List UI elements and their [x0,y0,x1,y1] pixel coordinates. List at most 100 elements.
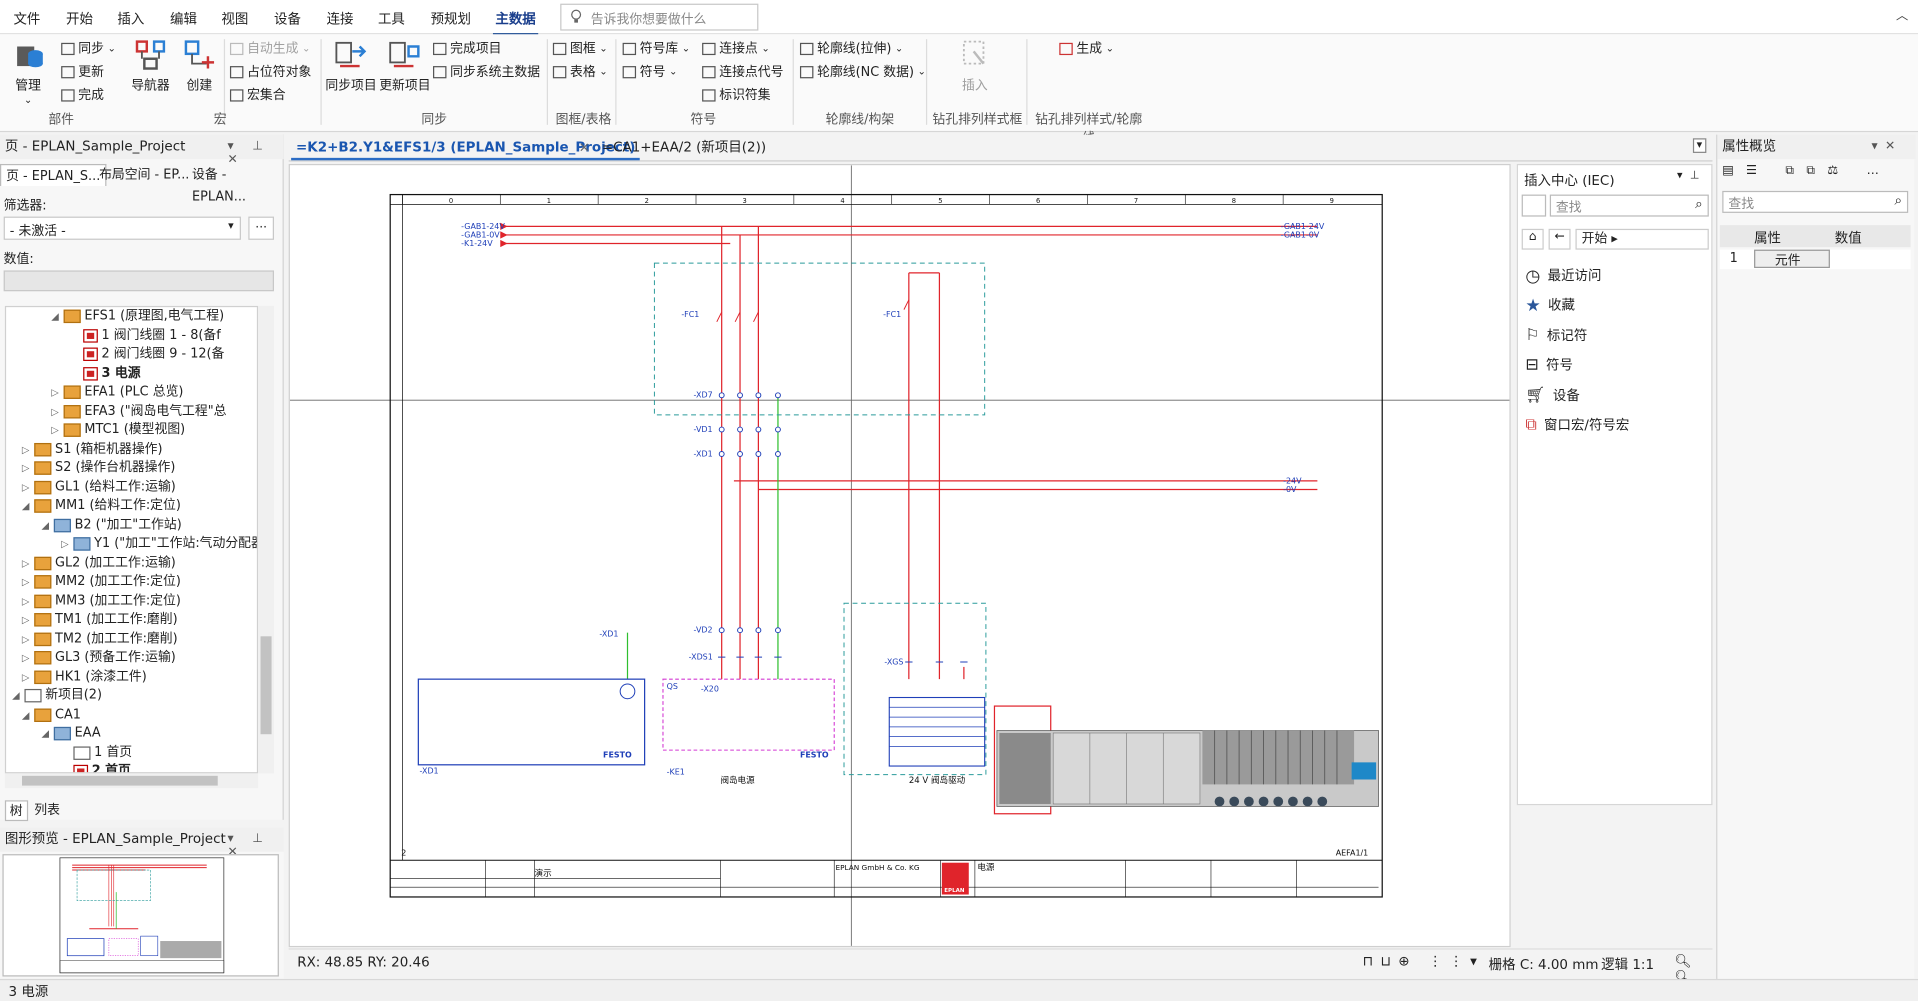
symbol-library-button[interactable]: 符号库 ⌄ [622,39,690,57]
tree-node[interactable]: ▷ Y1 ("加工"工作站:气动分配器 [60,535,257,554]
tab-close-icon[interactable]: × [574,138,595,158]
tree-node[interactable]: ▷ GL2 (加工工作:运输) [21,554,176,573]
tree-node[interactable]: 1 首页 [60,743,132,762]
tree-node[interactable]: ▷ HK1 (涂漆工件) [21,668,147,687]
schematic-canvas[interactable]: 0123456789 -GAB1-24V -GAB1-0V -K1-24V -G… [288,163,1511,948]
generate-button[interactable]: 生成 ⌄ [1059,39,1114,57]
properties-controls[interactable]: ▾✕ [1871,140,1902,153]
tree-node[interactable]: ◢ 新项目(2) [11,686,102,705]
tree-node[interactable]: ▷ EFA3 ("阀岛电气工程"总 [50,402,227,421]
tab-tree[interactable]: 树 [4,800,28,822]
tree-node[interactable]: ◢ B2 ("加工"工作站) [40,516,182,535]
menu-master-data[interactable]: 主数据 [492,9,539,36]
properties-row[interactable]: 1 元件 [1719,249,1911,270]
menu-file[interactable]: 文件 [13,9,40,29]
tab-ca1-page2[interactable]: =CA1+EAA/2 (新项目(2)) [597,138,771,158]
snap-toolbar[interactable]: ⊓⊔⊕ ⋮⋮▾ [1363,953,1485,969]
tree-scrollbar[interactable] [258,305,274,774]
ribbon-collapse-icon[interactable]: ︿ [1896,5,1908,23]
expander-icon[interactable]: ▷ [21,592,31,611]
tree-node[interactable]: 1 阀门线圈 1 - 8(备f [70,326,221,345]
expander-icon[interactable]: ▷ [21,478,31,497]
menu-start[interactable]: 开始 [66,9,93,29]
navigator-button[interactable]: 导航器 [124,37,178,95]
menu-preplan[interactable]: 预规划 [431,9,471,29]
complete-parts-button[interactable]: 完成 [61,86,104,104]
tree-node[interactable]: ▷ MTC1 (模型视图) [50,421,185,440]
tree-node[interactable]: ▷ TM2 (加工工作:磨削) [21,630,178,649]
scrollbar-thumb[interactable] [260,636,272,735]
tab-layout-space[interactable]: 布局空间 - EP... [94,164,194,186]
filter-select[interactable]: - 未激活 - ▾ [3,216,241,240]
tree-node[interactable]: ▷ GL1 (给料工作:运输) [21,478,176,497]
tab-devices[interactable]: 设备 - EPLAN... [187,164,282,205]
tree-node[interactable]: ◢ CA1 [21,705,81,724]
symbols-item[interactable]: ⊟ 符号 [1525,355,1573,377]
properties-toolbar[interactable]: ▤☰ ⧉⧉⚖ … [1722,164,1910,186]
expander-icon[interactable]: ◢ [50,307,60,326]
tree-node[interactable]: ▷ S2 (操作台机器操作) [21,459,175,478]
markers-item[interactable]: ⚐ 标记符 [1525,326,1587,348]
expander-icon[interactable]: ▷ [21,459,31,478]
connection-point-code-button[interactable]: 连接点代号 [702,62,783,80]
expander-icon[interactable]: ◢ [40,724,50,743]
favorites-item[interactable]: ★ 收藏 [1525,295,1575,317]
menu-edit[interactable]: 编辑 [170,9,197,29]
tree-node[interactable]: 3 电源 [70,364,141,383]
expander-icon[interactable]: ▷ [50,402,60,421]
expander-icon[interactable]: ▷ [21,611,31,630]
logic-readout[interactable]: 逻辑 1:1 [1601,954,1654,974]
macro-set-button[interactable]: 宏集合 [229,86,286,104]
tree-node[interactable]: ◢ EAA [40,724,101,743]
hscrollbar-thumb[interactable] [22,775,218,786]
search-icon[interactable]: ⌕ [1895,192,1903,209]
properties-search-input[interactable]: 查找 ⌕ [1722,190,1909,213]
tree-node[interactable]: ▷ S1 (箱柜机器操作) [21,440,163,459]
back-icon[interactable]: ← [1548,228,1571,250]
recent-item[interactable]: ◷ 最近访问 [1525,266,1601,288]
drill-insert-button[interactable]: 插入 [952,37,998,95]
tree-node[interactable]: 2 阀门线圈 9 - 12(备 [70,345,224,364]
frame-button[interactable]: 图框 ⌄ [552,39,608,57]
outline-nc-button[interactable]: 轮廓线(NC 数据) ⌄ [799,62,926,80]
expander-icon[interactable]: ◢ [40,516,50,535]
expander-icon[interactable]: ▷ [21,573,31,592]
expander-icon[interactable]: ▷ [21,649,31,668]
tree-hscrollbar[interactable] [4,773,259,789]
devices-item[interactable]: 🛒︎ 设备 [1525,385,1579,407]
insert-panel-controls[interactable]: ▾⊥ [1677,170,1707,182]
insert-search-input[interactable]: 查找 ⌕ [1549,194,1709,217]
symbol-button[interactable]: 符号 ⌄ [622,62,677,80]
expander-icon[interactable]: ▷ [50,421,60,440]
placeholder-object-button[interactable]: 占位符对象 [229,62,311,80]
grid-readout[interactable]: 栅格 C: 4.00 mm [1489,954,1599,974]
tree-node[interactable]: ▷ EFA1 (PLC 总览) [50,383,183,402]
macros-item[interactable]: ⧉ 窗口宏/符号宏 [1525,415,1629,437]
panel-controls[interactable]: ▾ ⊥ ✕ [228,140,283,167]
tree-node[interactable]: ◢ MM1 (给料工作:定位) [21,497,181,516]
create-button[interactable]: 创建 [176,37,222,95]
menu-device[interactable]: 设备 [274,9,301,29]
sync-project-button[interactable]: 同步项目 [325,37,377,95]
value-field[interactable] [3,270,274,292]
tab-list[interactable]: 列表 [31,800,64,818]
home-icon[interactable]: ⌂ [1521,228,1544,250]
auto-generate-button[interactable]: 自动生成 ⌄ [229,39,310,57]
connection-point-button[interactable]: 连接点 ⌄ [702,39,770,57]
expander-icon[interactable]: ▷ [21,554,31,573]
menu-tools[interactable]: 工具 [378,9,405,29]
sync-system-master-data-button[interactable]: 同步系统主数据 [433,62,540,80]
tree-node[interactable]: ◢ EFS1 (原理图,电气工程) [50,307,224,326]
update-project-button[interactable]: 更新项目 [379,37,431,95]
update-parts-button[interactable]: 更新 [61,62,104,80]
insert-list-icon[interactable] [1521,194,1547,217]
sync-parts-button[interactable]: 同步 ⌄ [61,39,116,57]
complete-project-button[interactable]: 完成项目 [433,39,502,57]
expander-icon[interactable]: ▷ [50,383,60,402]
tab-list-dropdown-icon[interactable]: ▾ [1692,138,1706,153]
filter-more-button[interactable]: ... [248,216,274,240]
expander-icon[interactable]: ◢ [21,705,31,724]
expander-icon[interactable]: ◢ [21,497,31,516]
breadcrumb[interactable]: 开始 ▸ [1575,228,1709,250]
search-icon[interactable]: ⌕ [1695,196,1703,213]
